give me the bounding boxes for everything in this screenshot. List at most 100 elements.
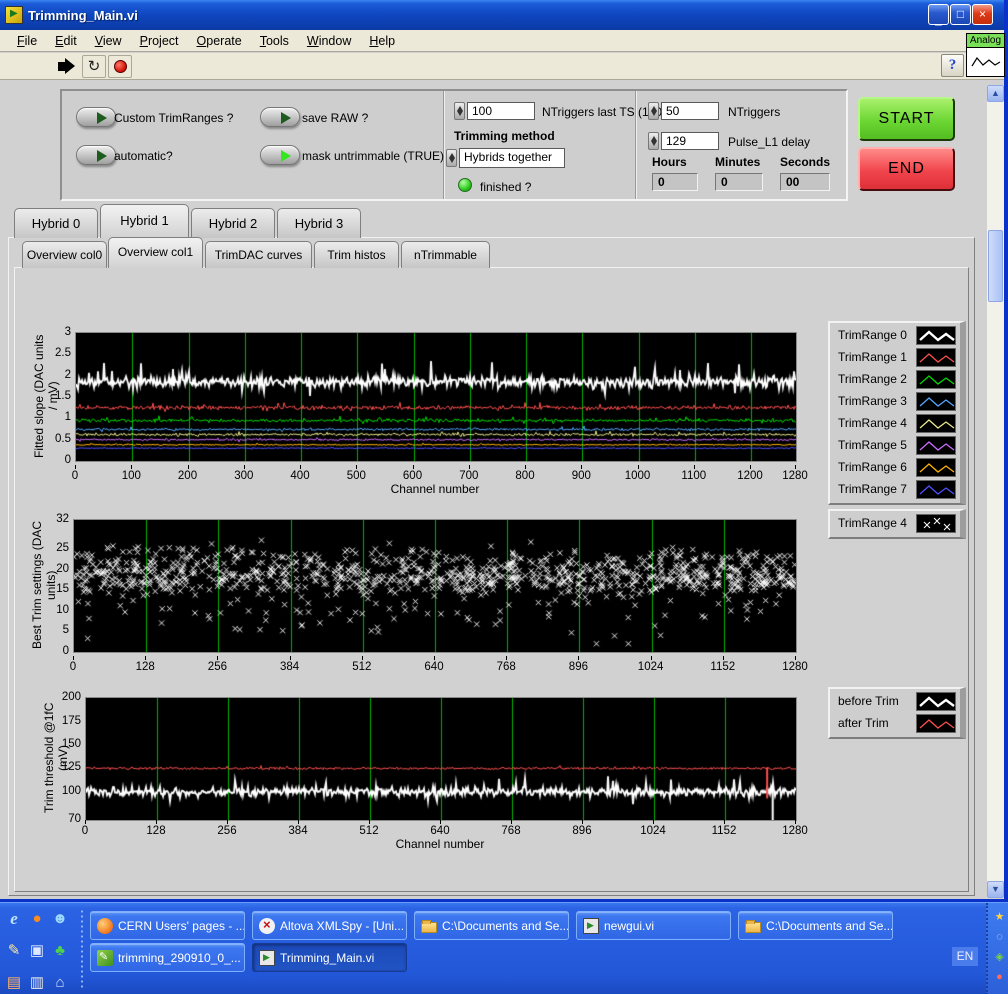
taskbar-separator [80,909,84,989]
x-tick-label: 896 [568,661,588,673]
menu-operate[interactable]: Operate [188,32,251,50]
tray-icon[interactable]: ★ [993,911,1006,924]
tab-hybrid-2[interactable]: Hybrid 2 [191,208,275,238]
menu-window[interactable]: Window [298,32,360,50]
x-tick-label: 640 [430,825,450,837]
ntriggers-last-ts-spinner[interactable] [454,102,465,120]
taskbar: e●☻✎▣♣▤▥⌂ CERN Users' pages - ...Altova … [0,902,1008,994]
context-help-button[interactable]: ? [941,54,964,77]
toggle-save-raw[interactable] [260,107,300,127]
document-icon[interactable]: ▥ [27,973,47,993]
menu-tools[interactable]: Tools [251,32,298,50]
taskbar-button-label: Altova XMLSpy - [Uni... [280,918,405,933]
toggle-custom-trimranges[interactable] [76,107,116,127]
close-button[interactable]: × [972,4,993,25]
tab-hybrid-3[interactable]: Hybrid 3 [277,208,361,238]
notepad-icon[interactable]: ✎ [4,941,24,961]
pulse-l1-delay-spinner[interactable] [648,132,659,150]
scroll-down-button[interactable]: ▼ [987,881,1004,898]
internet-explorer-icon[interactable]: e [4,909,24,929]
x-tick-mark [724,820,725,824]
language-indicator[interactable]: EN [952,947,978,966]
x-tick-label: 768 [501,825,521,837]
legend-label: TrimRange 7 [838,482,907,496]
legend-item-trimrange-1[interactable]: TrimRange 1 [830,347,960,369]
tab-ntrimmable[interactable]: nTrimmable [401,241,490,268]
legend-item-trimrange-6[interactable]: TrimRange 6 [830,457,960,479]
legend-item-after-trim[interactable]: after Trim [830,713,960,735]
scroll-up-button[interactable]: ▲ [987,85,1004,102]
legend-item-trimrange-2[interactable]: TrimRange 2 [830,369,960,391]
x-tick-label: 256 [217,825,237,837]
ntriggers-spinner[interactable] [648,102,659,120]
taskbar-button-c-documents-and-se[interactable]: C:\Documents and Se... [738,911,893,940]
pulse-l1-delay-field[interactable]: 129 [661,132,719,150]
ntriggers-last-ts-field[interactable]: 100 [467,102,535,120]
tab-hybrid-0[interactable]: Hybrid 0 [14,208,98,238]
tab-trimdac-curves[interactable]: TrimDAC curves [205,241,312,268]
taskbar-button-trimming-290910-0[interactable]: trimming_290910_0_... [90,943,245,972]
tab-hybrid-1[interactable]: Hybrid 1 [100,204,189,238]
y-tick-label: 3 [64,326,71,338]
trimming-method-ring[interactable]: Hybrids together [459,148,565,168]
tab-overview-col1[interactable]: Overview col1 [108,237,203,268]
toggle-automatic[interactable] [76,145,116,165]
legend-item-trimrange-5[interactable]: TrimRange 5 [830,435,960,457]
menu-edit[interactable]: Edit [46,32,86,50]
legend-item-trimrange-7[interactable]: TrimRange 7 [830,479,960,501]
root-explorer-icon[interactable]: ♣ [50,941,70,961]
tray-icon[interactable]: ◈ [993,951,1006,964]
menu-view[interactable]: View [86,32,131,50]
x-tick-mark [795,465,796,469]
vertical-scrollbar[interactable]: ▲ ▼ [987,85,1004,898]
abort-button[interactable] [108,55,132,78]
scroll-thumb[interactable] [988,230,1003,302]
taskbar-button-cern-users-pages[interactable]: CERN Users' pages - ... [90,911,245,940]
ntriggers-field[interactable]: 50 [661,102,719,120]
folder-icon [745,919,761,933]
firefox-icon[interactable]: ● [27,909,47,929]
minimize-button[interactable]: _ [928,4,949,27]
tab-overview-col0[interactable]: Overview col0 [22,241,107,268]
toggle-mask-untrimmable-true[interactable] [260,145,300,165]
legend-item-trimrange-0[interactable]: TrimRange 0 [830,325,960,347]
menu-project[interactable]: Project [131,32,188,50]
messenger-icon[interactable]: ☻ [50,909,70,929]
taskbar-button-c-documents-and-se[interactable]: C:\Documents and Se... [414,911,569,940]
best-trim-plot [73,519,797,653]
run-arrow-icon [58,62,65,71]
x-tick-mark [795,656,796,660]
run-continuous-button[interactable]: ↻ [82,55,106,78]
tab-trim-histos[interactable]: Trim histos [314,241,399,268]
x-tick-mark [145,656,147,660]
x-axis-ticks: 0 128 256 384 512 640 768 896 1024 1152 1280 [82,820,808,838]
run-button[interactable] [55,55,79,78]
menu-help[interactable]: Help [360,32,404,50]
legend-plot-icon [916,458,956,477]
x-tick-mark [506,656,508,660]
legend-plot-icon [916,370,956,389]
legend-plot-icon [916,480,956,499]
legend-item-trimrange-4[interactable]: TrimRange 4 [830,513,960,535]
start-button[interactable]: START [858,97,955,141]
taskbar-button-trimming-main-vi[interactable]: Trimming_Main.vi [252,943,407,972]
taskbar-button-altova-xmlspy-uni[interactable]: Altova XMLSpy - [Uni... [252,911,407,940]
titlebar[interactable]: Trimming_Main.vi _ □ × [0,0,1004,30]
hardware-icon[interactable]: ▤ [4,973,24,993]
y-axis-ticks: 0 0.5 1 1.5 2 2.5 3 [40,326,73,466]
legend-item-trimrange-4[interactable]: TrimRange 4 [830,413,960,435]
taskbar-button-newgui-vi[interactable]: newgui.vi [576,911,731,940]
remote-access-icon[interactable]: ▣ [27,941,47,961]
menu-file[interactable]: File [8,32,46,50]
legend-item-trimrange-3[interactable]: TrimRange 3 [830,391,960,413]
terminal-icon[interactable]: ⌂ [50,973,70,993]
x-tick-label: 600 [402,470,423,482]
tray-icon[interactable]: ◌ [993,931,1006,944]
tray-icon[interactable]: ● [993,971,1006,984]
trimming-method-spinner[interactable] [446,149,457,167]
abort-icon [113,60,127,73]
end-button[interactable]: END [858,147,955,191]
maximize-button[interactable]: □ [950,4,971,25]
legend-item-before-trim[interactable]: before Trim [830,691,960,713]
taskbar-button-label: C:\Documents and Se... [442,918,569,933]
